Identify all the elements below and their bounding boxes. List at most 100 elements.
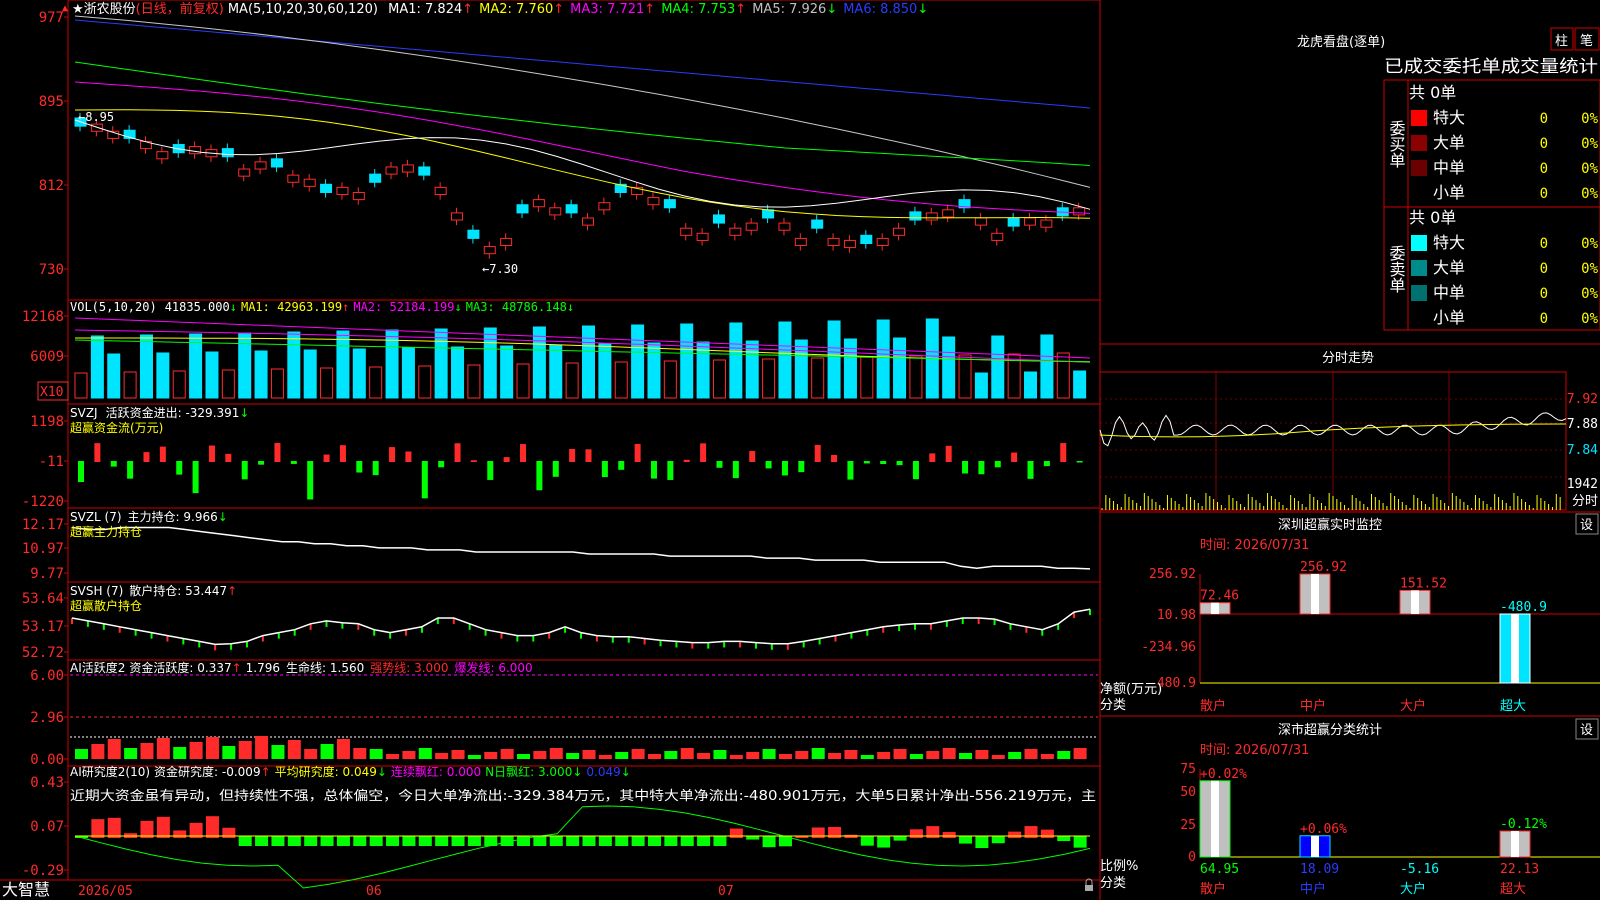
retail-tick [102, 623, 105, 630]
retail-tick [707, 642, 710, 649]
buy-row-count: 0 [1540, 111, 1548, 127]
sz-monitor-value-label: 151.52 [1400, 576, 1447, 591]
volume-bar [680, 323, 694, 399]
sell-row-name: 中单 [1433, 283, 1465, 302]
sell-label: 委卖单 [1387, 245, 1406, 293]
retail-tick [659, 640, 662, 647]
axis-tick-label: 6.00 [30, 668, 64, 684]
retail-tick [929, 623, 932, 630]
volume-bar [320, 367, 334, 399]
flow-bar [192, 461, 199, 494]
sz-monitor-bar-3[interactable] [1499, 613, 1531, 684]
sz-monitor-bar-2[interactable] [1399, 589, 1431, 615]
sz-stat-bar-0[interactable] [1199, 780, 1231, 858]
pen-view-button[interactable]: 笔 [1574, 27, 1600, 51]
buy-row-name: 特大 [1433, 108, 1465, 127]
candle [467, 229, 480, 239]
buy-row-pct: 0% [1581, 161, 1598, 177]
sz-monitor-bar-0[interactable] [1199, 602, 1231, 615]
research-bar [320, 836, 334, 846]
research-bar [942, 832, 956, 838]
research-bar [893, 836, 907, 841]
sz-stat-bar-1[interactable] [1299, 835, 1331, 858]
volume-bar [614, 361, 628, 399]
retail-tick [548, 632, 551, 639]
candle [532, 199, 545, 208]
sz-stat-settings-button[interactable]: 设 [1575, 718, 1599, 740]
svsh-chart[interactable]: 53.64 53.17 52.72 [22, 591, 1091, 661]
svzj-chart[interactable]: 1198 -11 -1220 [22, 414, 1083, 510]
candle [794, 237, 807, 247]
ai-comment: 近期大资金虽有异动，但持续性不强，总体偏空，今日大单净流出:-329.384万元… [70, 788, 1096, 804]
volume-bar [189, 333, 203, 399]
volume-bar [942, 336, 956, 399]
candle [909, 211, 922, 221]
research-bar [435, 836, 449, 846]
flow-bar [863, 461, 870, 464]
candle [320, 183, 333, 193]
candle [238, 168, 251, 177]
bar-view-button[interactable]: 柱 [1550, 27, 1574, 51]
research-bar [353, 836, 367, 846]
sz-monitor-value-label: 72.46 [1200, 589, 1239, 604]
sz-monitor-axis-label: 256.92 [1149, 567, 1196, 582]
svzl-chart[interactable]: 12.17 10.97 9.77 [22, 517, 1091, 582]
lock-icon[interactable] [1085, 878, 1093, 891]
volume-bar [647, 342, 661, 399]
flow-bar [831, 455, 838, 462]
sz-stat-bar-3[interactable] [1499, 830, 1531, 858]
retail-tick [516, 635, 519, 642]
retail-tick [675, 641, 678, 648]
flow-bar [683, 459, 690, 462]
flow-bar [159, 446, 166, 462]
sz-stat-chart[interactable]: 75 50 25 0 比例% 分类 +0.02% 64.95 散户 +0.06% 18.09 中户 -5… [1100, 762, 1600, 897]
low-annotation: ←7.30 [482, 262, 518, 276]
svzj-header: SVZJ 活跃资金进出: -329.391↓ [70, 405, 249, 420]
candle [663, 199, 676, 209]
retail-tick [977, 617, 980, 624]
flow-bar [585, 449, 592, 462]
sz-stat-category: 中户 [1300, 881, 1326, 897]
ma3-value: MA3: 7.721 [570, 2, 644, 17]
sz-monitor-chart[interactable]: 256.92 10.98 -234.96 -480.9 净额(万元)分类 72.46 散户 2… [1100, 560, 1600, 714]
volume-bar [712, 359, 726, 399]
research-bar [304, 836, 318, 846]
flow-bar [520, 444, 527, 462]
flow-bar [339, 445, 346, 462]
order-stat-header: 已成交委托单成交量统计 [1384, 57, 1598, 77]
retail-tick [595, 635, 598, 642]
volume-chart[interactable]: 12168 6009 X10 [22, 309, 1091, 401]
research-bar [598, 836, 612, 846]
volume-bar [729, 322, 743, 399]
activity-bar [697, 753, 711, 759]
axis-tick-label: -0.29 [22, 863, 64, 879]
activity-bar [942, 748, 956, 759]
ai-active-chart[interactable]: 6.00 2.96 0.00 [30, 668, 1098, 768]
flow-bar [667, 461, 674, 480]
buy-row-count: 0 [1540, 186, 1548, 202]
retail-tick [182, 638, 185, 645]
retail-tick [770, 643, 773, 650]
sell-row-count: 0 [1540, 286, 1548, 302]
candle [549, 207, 562, 216]
volume-bar [827, 320, 841, 399]
sz-stat-value-label: 18.09 [1300, 862, 1339, 877]
buy-row-count: 0 [1540, 161, 1548, 177]
volume-bar [549, 344, 563, 399]
activity-bar [795, 751, 809, 759]
sz-monitor-settings-button[interactable]: 设 [1575, 513, 1599, 535]
buy-total: 共 0单 [1409, 83, 1456, 102]
candle [745, 222, 758, 231]
sz-stat-time: 时间: 2026/07/31 [1200, 743, 1309, 758]
intraday-vol-unit: 分时 [1572, 494, 1598, 509]
sz-monitor-bar-1[interactable] [1299, 573, 1331, 615]
sell-total: 共 0单 [1409, 208, 1456, 227]
retail-holding-line [71, 608, 1091, 646]
volume-bar [532, 326, 546, 399]
retail-tick [818, 638, 821, 645]
volume-bar [1056, 352, 1070, 399]
research-bar [664, 836, 678, 846]
flow-bar [372, 461, 379, 476]
intraday-chart[interactable]: 7.92 7.88 7.84 1942 分时 [1099, 371, 1598, 511]
price-chart[interactable]: ←8.95 ←7.30 [74, 15, 1091, 276]
